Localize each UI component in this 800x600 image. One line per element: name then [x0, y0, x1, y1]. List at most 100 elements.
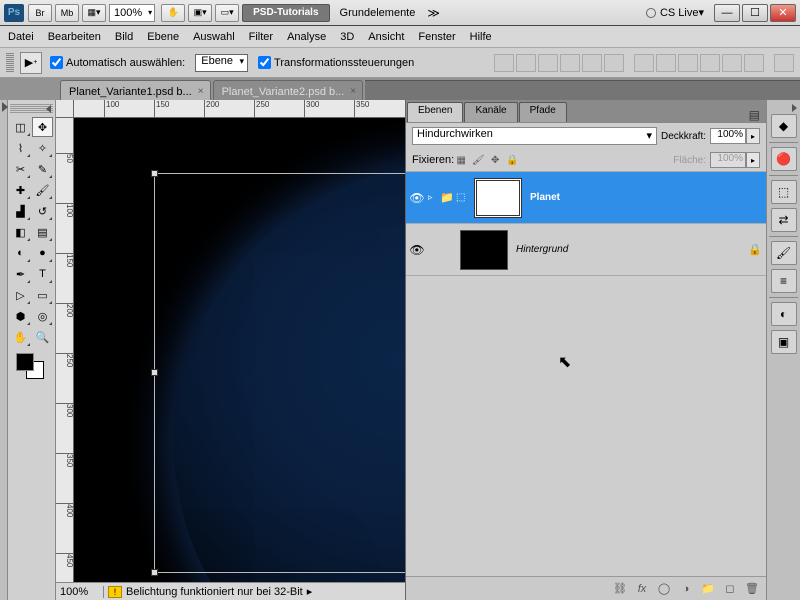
3d-tool[interactable]: ⬢ [10, 306, 31, 326]
menu-hilfe[interactable]: Hilfe [470, 31, 492, 43]
group-icon[interactable]: 📁 [698, 581, 718, 597]
panel-menu-icon[interactable]: ▤ [749, 108, 760, 122]
close-tab-icon[interactable]: × [350, 86, 356, 97]
expand-group-icon[interactable]: ▹ [428, 192, 440, 203]
document-tab[interactable]: Planet_Variante1.psd b...× [60, 80, 211, 100]
layer-row[interactable]: 👁 ▹ 📁 ⬚ Planet [406, 172, 766, 224]
auto-select-scope[interactable]: Ebene [195, 54, 248, 72]
close-tab-icon[interactable]: × [198, 86, 204, 97]
delete-layer-icon[interactable]: 🗑 [742, 581, 762, 597]
transform-handle-bl[interactable] [151, 569, 158, 576]
blur-tool[interactable]: ◐ [10, 243, 31, 263]
3d-camera-tool[interactable]: ◎ [32, 306, 53, 326]
arrange-button[interactable]: ▣▾ [188, 4, 212, 22]
layer-mask-icon[interactable]: ◯ [654, 581, 674, 597]
hand-tool[interactable]: ✋ [10, 327, 31, 347]
distribute-2-icon[interactable] [656, 54, 676, 72]
color-dock-icon[interactable]: 🔴 [771, 147, 797, 171]
menu-fenster[interactable]: Fenster [418, 31, 455, 43]
tab-kanaele[interactable]: Kanäle [464, 102, 517, 122]
menu-bearbeiten[interactable]: Bearbeiten [48, 31, 101, 43]
lasso-tool[interactable]: ⌇ [10, 138, 31, 158]
distribute-1-icon[interactable] [634, 54, 654, 72]
auto-align-icon[interactable] [774, 54, 794, 72]
transform-bounds[interactable] [154, 173, 405, 573]
menu-3d[interactable]: 3D [340, 31, 354, 43]
menu-filter[interactable]: Filter [249, 31, 273, 43]
zoom-select[interactable]: 100% [109, 4, 155, 22]
path-select-tool[interactable]: ▷ [10, 285, 31, 305]
distribute-3-icon[interactable] [678, 54, 698, 72]
history-brush-tool[interactable]: ↺ [32, 201, 53, 221]
adjustment-layer-icon[interactable]: ◑ [676, 581, 696, 597]
grip-icon[interactable] [6, 53, 14, 73]
visibility-icon[interactable]: 👁 [406, 191, 428, 205]
distribute-6-icon[interactable] [744, 54, 764, 72]
zoom-tool[interactable]: 🔍 [32, 327, 53, 347]
blend-mode-select[interactable]: Hindurchwirken [412, 127, 657, 145]
foreground-swatch[interactable] [16, 353, 34, 371]
marquee-tool[interactable]: ◫ [10, 117, 31, 137]
adjustments-dock-icon[interactable]: ◐ [771, 302, 797, 326]
auto-select-checkbox[interactable]: Automatisch auswählen: [50, 56, 185, 69]
transform-handle-l[interactable] [151, 369, 158, 376]
distribute-4-icon[interactable] [700, 54, 720, 72]
layer-row[interactable]: 👁 Hintergrund 🔒 [406, 224, 766, 276]
menu-ansicht[interactable]: Ansicht [368, 31, 404, 43]
hand-button[interactable]: ✋ [161, 4, 185, 22]
move-tool[interactable]: ✥ [32, 117, 53, 137]
menu-bild[interactable]: Bild [115, 31, 133, 43]
cslive-button[interactable]: CS Live ▾ [646, 6, 704, 19]
active-tool-icon[interactable]: ▶+ [20, 52, 42, 74]
opacity-flyout-icon[interactable]: ▸ [746, 128, 760, 144]
layer-thumb[interactable] [460, 230, 508, 270]
layer-fx-icon[interactable]: fx [632, 581, 652, 597]
menu-auswahl[interactable]: Auswahl [193, 31, 235, 43]
left-collapse-strip[interactable] [0, 100, 8, 600]
vertical-ruler[interactable]: 50100 150200 250300 350400 450 [56, 118, 74, 600]
canvas[interactable] [74, 118, 405, 582]
lock-all-icon[interactable]: 🔒 [505, 153, 519, 167]
character-dock-icon[interactable]: ⇄ [771, 208, 797, 232]
workspace-label[interactable]: Grundelemente [340, 7, 416, 19]
toolbox-collapse[interactable] [10, 104, 53, 114]
align-left-icon[interactable] [560, 54, 580, 72]
gradient-tool[interactable]: ▤ [32, 222, 53, 242]
eraser-tool[interactable]: ◧ [10, 222, 31, 242]
bridge-button[interactable]: Br [28, 4, 52, 22]
layers-dock-icon[interactable]: ◆ [771, 114, 797, 138]
eyedropper-tool[interactable]: ✎ [32, 159, 53, 179]
align-bottom-icon[interactable] [538, 54, 558, 72]
shape-tool[interactable]: ▭ [32, 285, 53, 305]
status-zoom[interactable]: 100% [60, 586, 104, 598]
transform-handle-tl[interactable] [151, 170, 158, 177]
minibridge-button[interactable]: Mb [55, 4, 79, 22]
distribute-5-icon[interactable] [722, 54, 742, 72]
workspace-more-icon[interactable]: ≫ [427, 6, 440, 20]
view-extras-button[interactable]: ▦▾ [82, 4, 106, 22]
close-button[interactable]: ✕ [770, 4, 796, 22]
link-layers-icon[interactable]: ⛓ [610, 581, 630, 597]
wand-tool[interactable]: ✧ [32, 138, 53, 158]
type-tool[interactable]: T [32, 264, 53, 284]
align-top-icon[interactable] [494, 54, 514, 72]
align-vcenter-icon[interactable] [516, 54, 536, 72]
lock-position-icon[interactable]: ✥ [488, 153, 502, 167]
layer-name[interactable]: Planet [526, 192, 766, 203]
color-swatches[interactable] [10, 353, 53, 383]
menu-ebene[interactable]: Ebene [147, 31, 179, 43]
healing-tool[interactable]: ✚ [10, 180, 31, 200]
transform-controls-checkbox[interactable]: Transformationssteuerungen [258, 56, 414, 69]
tab-pfade[interactable]: Pfade [519, 102, 567, 122]
styles-dock-icon[interactable]: 🖌 [771, 241, 797, 265]
stamp-tool[interactable]: ▟ [10, 201, 31, 221]
tab-ebenen[interactable]: Ebenen [407, 102, 463, 122]
crop-tool[interactable]: ✂ [10, 159, 31, 179]
horizontal-ruler[interactable]: 100150 200250 300350 [74, 100, 405, 118]
dock-collapse[interactable] [767, 104, 800, 114]
lock-brush-icon[interactable]: 🖌 [471, 153, 485, 167]
menu-analyse[interactable]: Analyse [287, 31, 326, 43]
lock-pixels-icon[interactable]: ▦ [454, 153, 468, 167]
masks-dock-icon[interactable]: ▣ [771, 330, 797, 354]
brush-tool[interactable]: 🖌 [32, 180, 53, 200]
